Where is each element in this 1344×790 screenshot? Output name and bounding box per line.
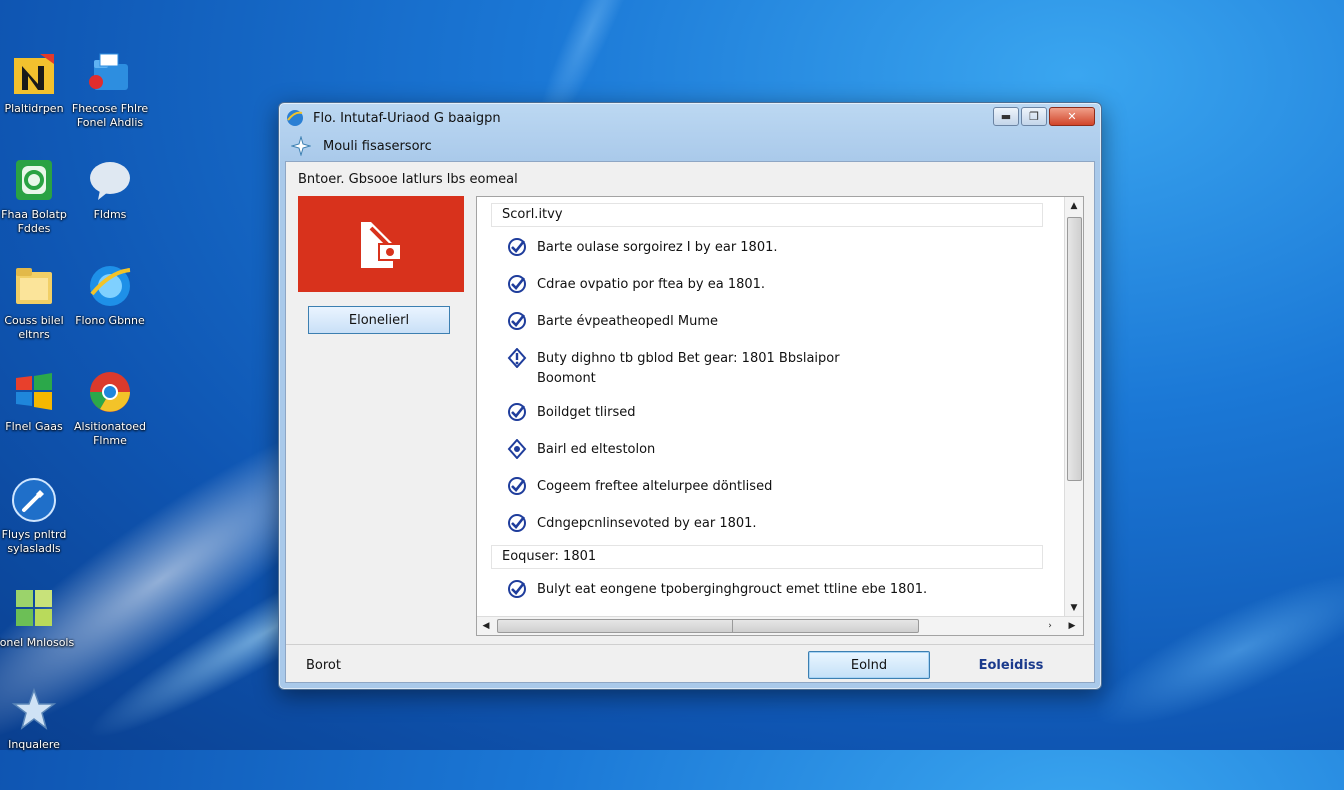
app-globe-icon xyxy=(287,110,303,126)
chat-bubble-icon xyxy=(90,162,130,200)
minimize-button[interactable]: ▬ xyxy=(993,107,1019,126)
wizard-content: Bntoer. Gbsooe Iatlurs lbs eomeal Elonel… xyxy=(285,161,1095,683)
desktop-icon-1[interactable]: Fhecose Fhlre Fonel Ahdlis xyxy=(68,50,152,130)
desktop-icon-8[interactable]: Fluys pnltrd sylasladls xyxy=(0,476,76,556)
title-bar[interactable]: Flo. Intutaf-Uriaod G baaigpn ▬ ❐ ✕ xyxy=(279,103,1101,133)
vertical-scrollbar[interactable]: ▲ ▼ xyxy=(1064,197,1083,617)
folder-network-icon xyxy=(89,53,128,90)
wizard-window: Flo. Intutaf-Uriaod G baaigpn ▬ ❐ ✕ Moul… xyxy=(278,102,1102,690)
footer-label: Borot xyxy=(306,658,341,673)
wizard-subtitle-row: Mouli fisasersorc xyxy=(279,133,1101,159)
wizard-sparkle-icon xyxy=(291,136,311,156)
check-circle-icon xyxy=(508,275,526,293)
vertical-scroll-thumb[interactable] xyxy=(1067,217,1082,481)
desktop-icon-3[interactable]: Fldms xyxy=(68,156,152,222)
page-heading: Bntoer. Gbsooe Iatlurs lbs eomeal xyxy=(298,172,518,187)
secondary-link-button[interactable]: Eoleidiss xyxy=(956,658,1066,673)
check-circle-icon xyxy=(508,580,526,598)
scroll-down-icon[interactable]: ▼ xyxy=(1065,599,1083,617)
chrome-icon xyxy=(90,372,130,412)
horizontal-scroll-thumb[interactable] xyxy=(497,619,919,633)
hero-banner xyxy=(298,196,464,292)
scroll-right-icon[interactable]: ▶ xyxy=(1063,617,1081,635)
desktop-icon-7[interactable]: Alsitionatoed Flnme xyxy=(68,368,152,448)
green-app-icon xyxy=(16,160,52,200)
desktop-icon-4[interactable]: Couss bilel eltnrs xyxy=(0,262,76,342)
desktop-icon-2[interactable]: Fhaa Bolatp Fddes xyxy=(0,156,76,236)
n-logo-icon xyxy=(14,54,54,94)
desktop-icon-6[interactable]: Flnel Gaas xyxy=(0,368,76,434)
window-controls: ▬ ❐ ✕ xyxy=(991,107,1095,126)
scroll-right-small-icon[interactable]: › xyxy=(1041,617,1059,635)
check-circle-icon xyxy=(508,238,526,256)
restore-button[interactable]: ❐ xyxy=(1021,107,1047,126)
desktop-icon-10[interactable]: Inqualere xyxy=(0,686,76,752)
desktop-icon-5[interactable]: Flono Gbnne xyxy=(68,262,152,328)
star-icon xyxy=(11,687,57,730)
horizontal-scrollbar[interactable]: ◀ › ▶ xyxy=(477,616,1083,635)
internet-explorer-icon xyxy=(90,266,131,306)
desktop-icon-0[interactable]: Plaltidrpen xyxy=(0,50,76,116)
windows-flag-icon xyxy=(16,373,52,410)
checklist-panel: Scorl.itvy Barte oulase sorgoirez I by e… xyxy=(476,196,1084,636)
hero-action-button[interactable]: Elonelierl xyxy=(308,306,450,334)
window-title: Flo. Intutaf-Uriaod G baaigpn xyxy=(313,111,501,126)
folder-icon xyxy=(16,268,52,304)
document-tool-icon xyxy=(361,222,402,268)
check-circle-icon xyxy=(508,514,526,532)
wallpaper-light-streak xyxy=(1078,546,1344,754)
wizard-footer: Borot Eolnd Eoleidiss xyxy=(286,644,1094,683)
info-circle-icon xyxy=(507,439,527,459)
tools-icon xyxy=(12,478,56,522)
section-header: Scorl.itvy xyxy=(491,203,1043,227)
section-header: Eoquser: 1801 xyxy=(491,545,1043,569)
tiles-icon xyxy=(16,590,52,626)
wizard-subtitle: Mouli fisasersorc xyxy=(323,139,432,154)
primary-button[interactable]: Eolnd xyxy=(808,651,930,679)
warning-shield-icon xyxy=(507,348,527,368)
close-button[interactable]: ✕ xyxy=(1049,107,1095,126)
scroll-left-icon[interactable]: ◀ xyxy=(477,617,495,635)
scroll-up-icon[interactable]: ▲ xyxy=(1065,197,1083,215)
check-circle-icon xyxy=(508,477,526,495)
check-circle-icon xyxy=(508,403,526,421)
check-circle-icon xyxy=(508,312,526,330)
desktop-icon-9[interactable]: Fonel Mnlosols xyxy=(0,584,76,650)
